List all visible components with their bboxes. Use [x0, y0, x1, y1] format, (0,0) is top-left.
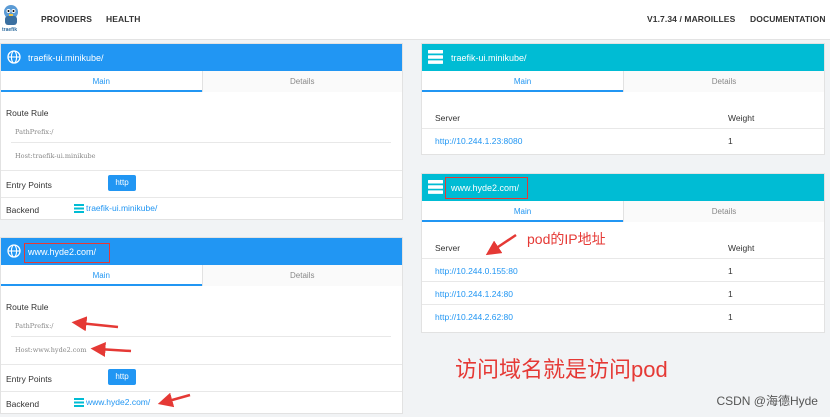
- annotation-arrows: [71, 233, 517, 408]
- red-arrow: [71, 316, 119, 332]
- red-arrow: [485, 233, 517, 256]
- red-arrow: [90, 341, 132, 357]
- annotation-domain-note: 访问域名就是访问pod: [455, 357, 668, 382]
- annotation-pod-ip: pod的IP地址: [527, 231, 606, 247]
- red-arrow: [157, 392, 191, 408]
- csdn-watermark: CSDN @海德Hyde: [716, 394, 818, 408]
